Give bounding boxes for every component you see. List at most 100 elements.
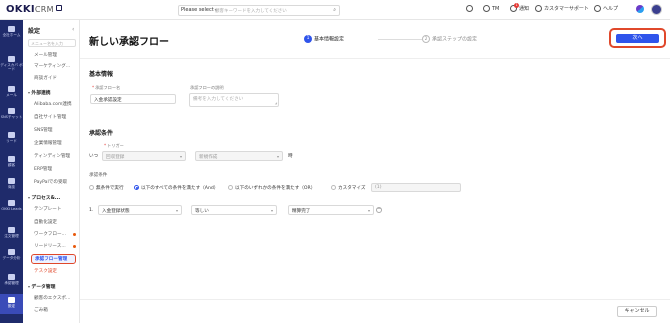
rail-item-dashboard[interactable]: ディスカバ ボード [0,56,23,71]
rail-item-mail[interactable]: メール [0,86,23,97]
dashboard-icon [8,56,15,62]
rail-item-home[interactable]: 全社ホーム [0,26,23,37]
bell-icon: 1 [510,3,520,12]
flow-desc-textarea[interactable]: 備考を入力してください ◢ [189,93,279,107]
sidebar-item-lead-release[interactable]: リードリース... [34,243,78,249]
cond-field-select[interactable]: 入金登録状態 ▾ [98,205,182,215]
collapse-icon[interactable]: ‹ [72,26,74,33]
rail-item-settings[interactable]: 設定 [0,294,23,314]
radio-custom[interactable]: カスタマイズ [331,185,365,191]
radio-icon [331,185,336,190]
settings-sidebar: 設定 ‹ メニュー名を入力 メール管理 マーケティング... 商談ガイド 外部連… [23,20,80,323]
approval-icon [8,274,15,280]
tm-button[interactable]: TM [483,5,499,12]
sidebar-group-data[interactable]: データ管理 [28,283,55,290]
custom-expression-input[interactable]: (1) [371,183,461,192]
when-suffix: 時 [288,154,293,159]
rail-item-sns[interactable]: SNSチャット [0,108,23,119]
sidebar-item-alibaba[interactable]: Alibaba.com連携 [34,101,78,107]
sidebar-group-process[interactable]: プロセス&... [28,194,60,201]
sidebar-item-erp[interactable]: ERP管理 [34,166,78,172]
settings-icon[interactable] [466,5,475,12]
okki-leads-icon [8,200,15,206]
sidebar-item-mail[interactable]: メール管理 [34,52,78,58]
sidebar-title: 設定 [28,28,41,35]
radio-unconditional[interactable]: 無条件で実行 [89,185,124,191]
support-label: カスタマーサポート [544,6,589,12]
global-search[interactable]: Please select 顧客キーワードを入力してください ⌕ [178,5,340,16]
sidebar-item-site[interactable]: 自社サイト管理 [34,114,78,120]
sidebar-item-workflow[interactable]: ワークフロー... [34,231,78,237]
sidebar-group-external[interactable]: 外部連携 [28,89,50,96]
radio-any[interactable]: 以下のいずれかの条件を満たす（OR） [228,185,315,191]
sidebar-item-sns[interactable]: SNS管理 [34,127,78,133]
sidebar-search-input[interactable]: メニュー名を入力 [28,39,76,47]
sidebar-item-approval-flow[interactable]: 承認フロー管理 [31,254,76,264]
cond-label: 承認条件 [89,173,108,178]
avatar[interactable] [651,4,662,15]
remove-condition-icon[interactable]: − [376,207,382,213]
trigger-object-select[interactable]: 回収登録 ▾ [102,151,186,161]
search-scope-select[interactable]: Please select [181,7,217,13]
cancel-button[interactable]: キャンセル [617,306,657,317]
rail-item-approval[interactable]: 承認管理 [0,274,23,285]
search-input[interactable]: 顧客キーワードを入力してください [215,8,287,14]
app-logo[interactable]: OKKICRM [6,4,62,15]
rail-item-customer[interactable]: 顧客 [0,156,23,167]
sidebar-item-trash[interactable]: ごみ箱 [34,307,78,313]
rail-item-okki-leads[interactable]: OKKI Leads [0,200,23,211]
rail-item-analytics[interactable]: データ分析 [0,249,23,260]
flow-name-label: *承認フロー名 [92,85,121,90]
top-bar: OKKICRM Please select 顧客キーワードを入力してください ⌕… [0,0,670,20]
chevron-down-icon: ▾ [367,208,370,213]
logo-sub-text: CRM [34,5,54,14]
rail-item-orders[interactable]: 注文管理 [0,227,23,238]
next-button[interactable]: 次へ [616,34,659,43]
trigger-label: *トリガー [104,143,124,148]
star-icon [8,26,15,32]
footer-bar: キャンセル [80,299,670,323]
sidebar-item-automation[interactable]: 自動化設定 [34,219,78,225]
trigger-event-select[interactable]: 新規作成 ▾ [195,151,283,161]
sidebar-item-company[interactable]: 企業情報管理 [34,140,78,146]
notify-button[interactable]: 1 通知 [510,3,530,12]
flow-desc-label: 承認フローの説明 [190,85,224,90]
mail-icon [8,86,15,92]
search-icon[interactable]: ⌕ [333,7,336,13]
rail-item-deals[interactable]: 商談 [0,178,23,189]
sidebar-item-paypal[interactable]: PayPalでの受取 [34,179,78,185]
sidebar-item-task[interactable]: テスク設定 [34,268,78,274]
tm-icon [483,5,490,12]
radio-all[interactable]: 以下のすべての条件を満たす（And） [134,185,218,191]
cond-value-select[interactable]: 精算完了 ▾ [288,205,374,215]
chevron-down-icon: ▾ [276,154,279,159]
basic-info-title: 基本情報 [89,71,114,78]
radio-icon [228,185,233,190]
help-icon [594,5,601,12]
step-approval-steps: 2 承認ステップの設定 [422,35,477,43]
cond-operator-select[interactable]: 等しい ▾ [191,205,277,215]
theme-icon[interactable] [636,5,644,13]
chevron-down-icon: ▾ [179,154,182,159]
cond-row-index: 1. [89,208,94,213]
settings-grid-icon [8,297,15,303]
sidebar-item-template[interactable]: テンプレート [34,206,78,212]
notify-label: 通知 [519,6,530,12]
rail-item-leads[interactable]: リード [0,132,23,143]
app-rail: 全社ホーム ディスカバ ボード メール SNSチャット リード 顧客 商談 OK… [0,20,23,323]
sidebar-item-export[interactable]: 顧客のエクスポ... [34,295,78,301]
logo-text: OKKI [6,4,35,15]
chevron-down-icon: ▾ [175,208,178,213]
deal-icon [8,178,15,184]
sidebar-item-marketing[interactable]: マーケティング... [34,63,78,69]
sidebar-item-deal-guide[interactable]: 商談ガイド [34,75,78,81]
step-basic-info: 1 基本情報設定 [304,35,344,43]
page-title: 新しい承認フロー [89,37,169,48]
support-button[interactable]: カスタマーサポート [535,5,589,12]
flow-name-input[interactable]: 入金承認設定 [90,94,176,104]
step-connector [378,39,422,40]
sidebar-item-tinding[interactable]: ティンディン管理 [34,153,78,159]
chart-icon [8,249,15,255]
help-button[interactable]: ヘルプ [594,5,618,12]
new-dot-icon [73,245,76,248]
